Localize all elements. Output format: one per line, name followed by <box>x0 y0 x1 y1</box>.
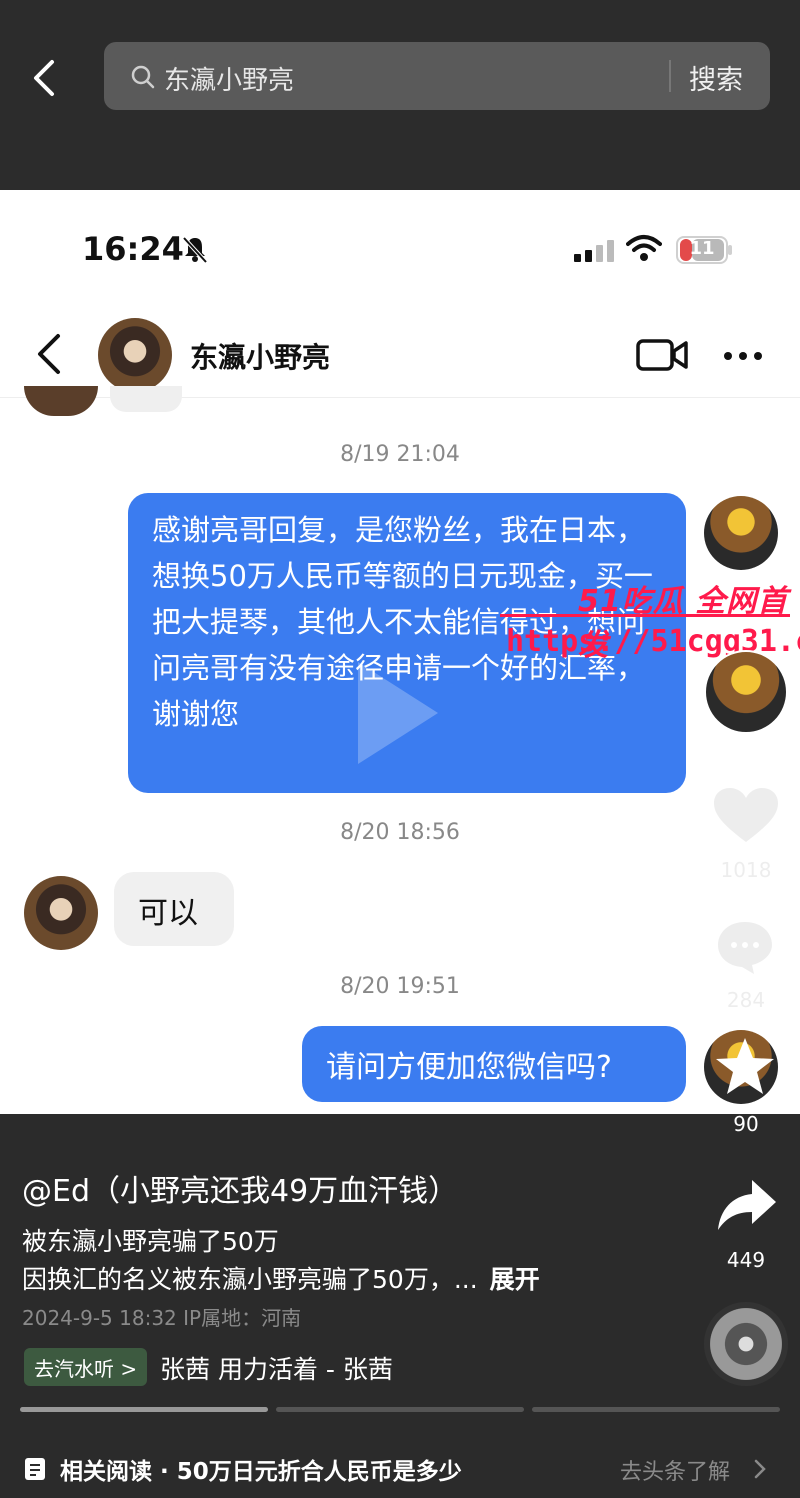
related-reading-label: 相关阅读 · 50万日元折合人民币是多少 <box>60 1459 462 1485</box>
video-call-icon[interactable] <box>636 338 688 372</box>
timestamp: 8/20 19:51 <box>340 974 460 999</box>
more-options-icon[interactable] <box>722 350 764 362</box>
comment-count: 284 <box>726 988 766 1012</box>
caption-line-truncated: 因换汇的名义被东瀛小野亮骗了50万，... 展开 <box>22 1260 540 1296</box>
message-bubble-sent: 请问方便加您微信吗? <box>302 1026 686 1102</box>
battery-level: 11 <box>689 238 715 259</box>
caption-line: 被东瀛小野亮骗了50万 <box>22 1227 279 1256</box>
author-avatar[interactable] <box>704 650 788 734</box>
contact-avatar[interactable] <box>98 318 172 392</box>
status-time: 16:24 <box>82 230 184 268</box>
share-count: 449 <box>726 1248 766 1272</box>
watermark-rule <box>500 614 790 617</box>
favorite-star-icon[interactable] <box>712 1034 778 1100</box>
expand-button[interactable]: 展开 <box>490 1265 540 1294</box>
message-bubble-received: 可以 <box>114 872 234 946</box>
timestamp: 8/20 18:56 <box>340 820 460 845</box>
chat-back-icon[interactable] <box>34 332 64 376</box>
search-input[interactable]: 东瀛小野亮 搜索 <box>104 42 770 110</box>
sender-avatar <box>704 496 778 570</box>
progress-segment <box>276 1407 524 1412</box>
bell-muted-icon <box>182 236 208 264</box>
partial-bubble <box>110 386 182 412</box>
search-query-text: 东瀛小野亮 <box>164 66 295 96</box>
search-icon <box>131 65 155 89</box>
post-author[interactable]: @Ed（小野亮还我49万血汗钱） <box>22 1166 458 1210</box>
post-meta: 2024-9-5 18:32 IP属地：河南 <box>22 1306 302 1330</box>
chevron-right-icon <box>754 1459 766 1479</box>
comment-icon[interactable] <box>714 918 776 976</box>
progress-segment <box>20 1407 268 1412</box>
progress-segment <box>532 1407 780 1412</box>
chat-header: 东瀛小野亮 <box>0 310 800 398</box>
music-app-link[interactable]: 去汽水听 > <box>24 1348 148 1386</box>
share-arrow-icon[interactable] <box>716 1176 778 1234</box>
related-reading-bar[interactable]: 相关阅读 · 50万日元折合人民币是多少 去头条了解 <box>0 1438 800 1498</box>
signal-icon <box>574 240 614 262</box>
music-disc[interactable] <box>704 1302 788 1386</box>
timestamp: 8/19 21:04 <box>340 442 460 467</box>
contact-avatar-small <box>24 876 98 950</box>
wifi-icon <box>626 235 662 261</box>
partial-avatar <box>24 386 98 416</box>
caption-text: 因换汇的名义被东瀛小野亮骗了50万，... <box>22 1265 478 1294</box>
search-button[interactable]: 搜索 <box>689 58 743 97</box>
like-count: 1018 <box>720 858 772 882</box>
battery-icon: 11 <box>676 236 732 264</box>
like-heart-icon[interactable] <box>712 786 780 846</box>
toutiao-link[interactable]: 去头条了解 <box>620 1454 730 1486</box>
search-divider <box>669 60 671 92</box>
back-arrow-icon[interactable] <box>26 56 66 100</box>
document-icon <box>25 1458 45 1480</box>
favorite-count: 90 <box>733 1112 759 1136</box>
search-header: 东瀛小野亮 搜索 <box>0 0 800 190</box>
contact-name: 东瀛小野亮 <box>190 341 331 374</box>
play-icon[interactable] <box>352 658 442 768</box>
video-frame-chat-screenshot[interactable]: 16:24 11 东瀛小野亮 8/19 21:04 感谢亮哥回复，是您粉丝，我在… <box>0 190 800 1114</box>
music-title[interactable]: 张茜 用力活着 - 张茜 <box>160 1350 393 1386</box>
